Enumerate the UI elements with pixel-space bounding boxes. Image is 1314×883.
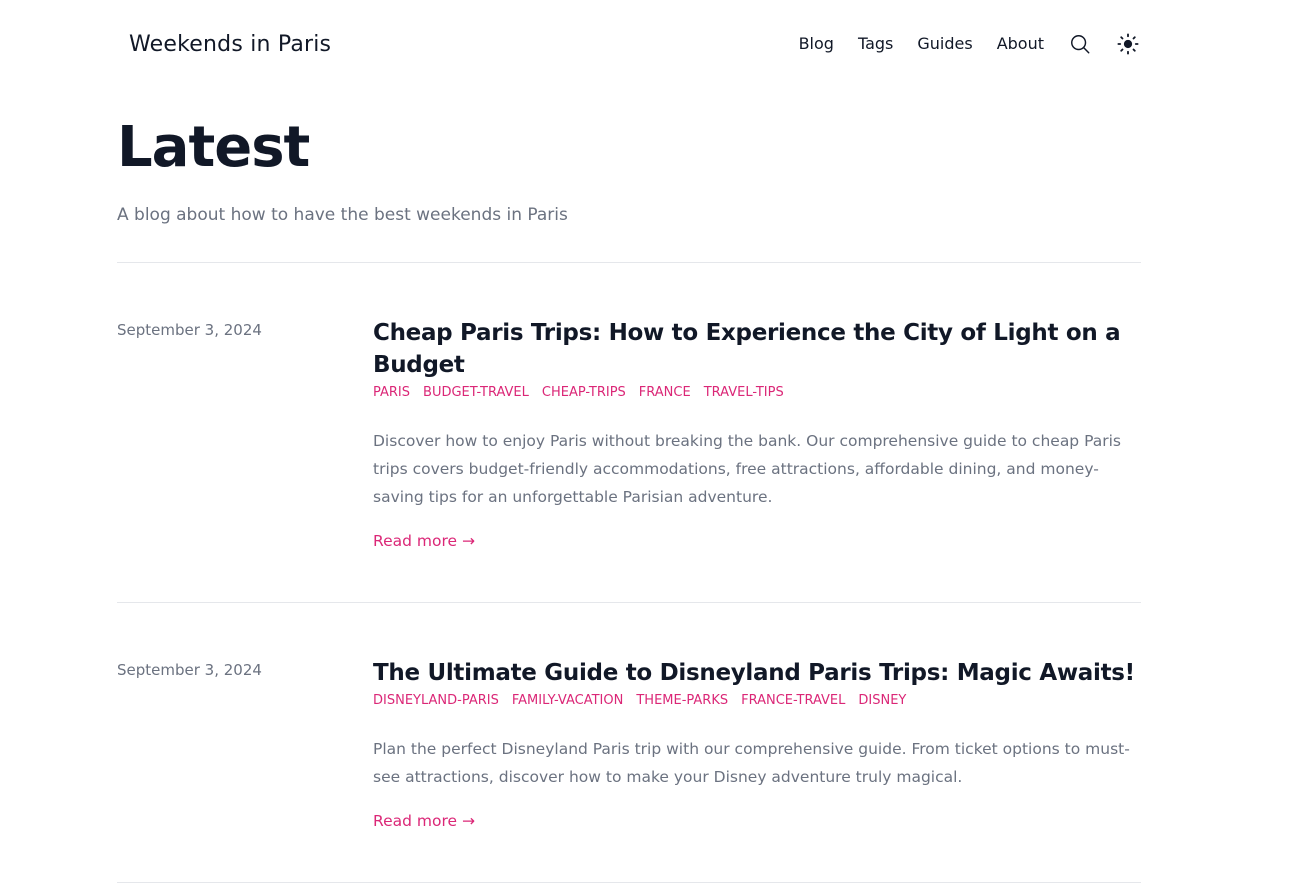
post-title-link[interactable]: The Ultimate Guide to Disneyland Paris T…	[373, 657, 1135, 689]
main-nav: Blog Tags Guides About	[799, 32, 1140, 56]
search-icon	[1071, 35, 1090, 54]
post-excerpt: Plan the perfect Disneyland Paris trip w…	[373, 740, 1130, 786]
read-more-link[interactable]: Read more →	[373, 529, 475, 553]
post-body: The Ultimate Guide to Disneyland Paris T…	[373, 657, 1141, 833]
tag-link[interactable]: FRANCE-TRAVEL	[741, 691, 845, 711]
tag-link[interactable]: FAMILY-VACATION	[512, 691, 624, 711]
tag-link[interactable]: FRANCE	[639, 383, 691, 403]
main-content: Latest A blog about how to have the best…	[117, 110, 1141, 883]
post-tags: PARIS BUDGET-TRAVEL CHEAP-TRIPS FRANCE T…	[373, 383, 1141, 403]
tag-link[interactable]: CHEAP-TRIPS	[542, 383, 626, 403]
post-item: September 3, 2024 The Ultimate Guide to …	[117, 603, 1141, 883]
theme-toggle-button[interactable]	[1116, 32, 1140, 56]
post-title-link[interactable]: Cheap Paris Trips: How to Experience the…	[373, 317, 1141, 381]
sun-icon	[1117, 33, 1139, 55]
site-logo-link[interactable]: Weekends in Paris	[129, 32, 331, 57]
nav-link-blog[interactable]: Blog	[799, 32, 834, 56]
tag-link[interactable]: TRAVEL-TIPS	[704, 383, 784, 403]
page-title: Latest	[117, 115, 310, 180]
post-date: September 3, 2024	[117, 661, 262, 679]
read-more-link[interactable]: Read more →	[373, 809, 475, 833]
nav-link-about[interactable]: About	[997, 32, 1044, 56]
tag-link[interactable]: PARIS	[373, 383, 410, 403]
page-description: A blog about how to have the best weeken…	[117, 205, 568, 225]
tag-link[interactable]: DISNEYLAND-PARIS	[373, 691, 499, 711]
post-date: September 3, 2024	[117, 321, 262, 339]
post-excerpt: Discover how to enjoy Paris without brea…	[373, 432, 1121, 506]
tag-link[interactable]: THEME-PARKS	[636, 691, 728, 711]
nav-link-tags[interactable]: Tags	[858, 32, 893, 56]
post-tags: DISNEYLAND-PARIS FAMILY-VACATION THEME-P…	[373, 691, 1141, 711]
tag-link[interactable]: DISNEY	[858, 691, 906, 711]
post-body: Cheap Paris Trips: How to Experience the…	[373, 317, 1141, 553]
site-header: Weekends in Paris Blog Tags Guides About	[0, 0, 1314, 90]
search-button[interactable]	[1068, 32, 1092, 56]
post-item: September 3, 2024 Cheap Paris Trips: How…	[117, 263, 1141, 603]
tag-link[interactable]: BUDGET-TRAVEL	[423, 383, 529, 403]
nav-link-guides[interactable]: Guides	[917, 32, 972, 56]
